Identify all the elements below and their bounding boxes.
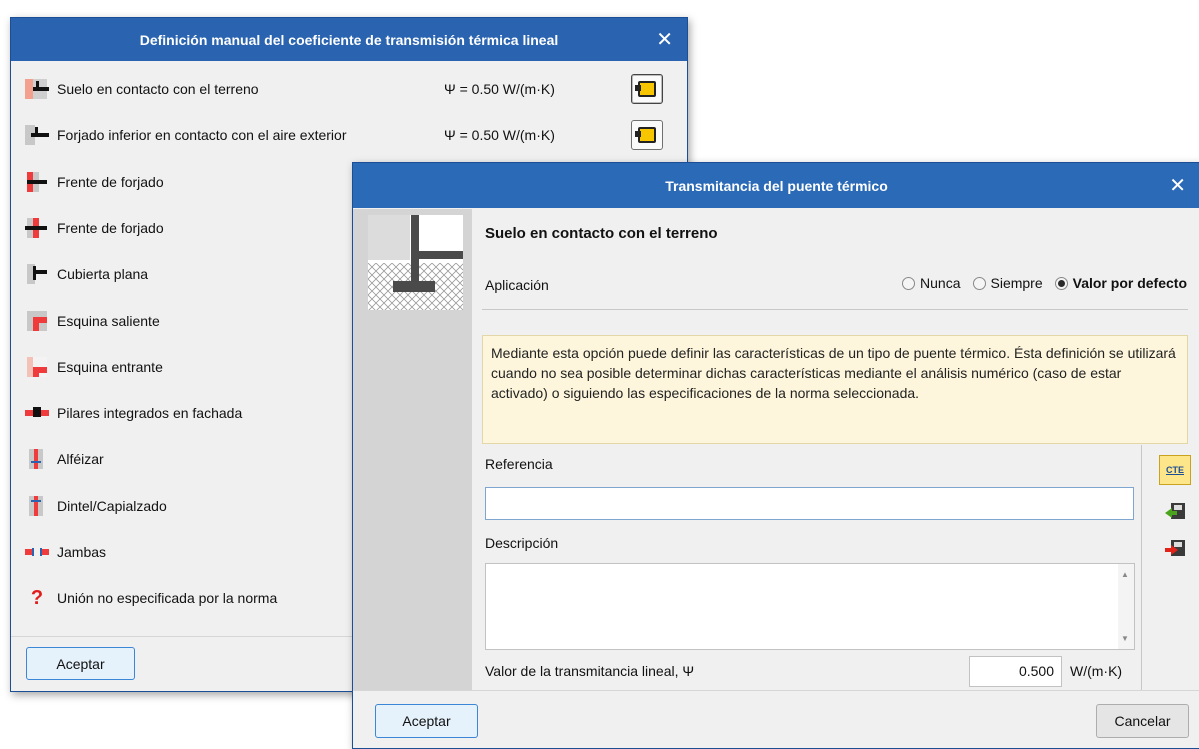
junction-row-flat-roof[interactable]: Cubierta plana — [25, 260, 148, 288]
radio-default-label: Valor por defecto — [1072, 275, 1187, 291]
junction-row-floor-air[interactable]: Forjado inferior en contacto con el aire… — [25, 121, 346, 149]
dialog2-titlebar[interactable]: Transmitancia del puente térmico ✕ — [353, 163, 1199, 208]
radio-never[interactable]: Nunca — [902, 275, 961, 291]
info-box: Mediante esta opción puede definir las c… — [482, 335, 1188, 444]
dialog2-title: Transmitancia del puente térmico — [665, 177, 888, 194]
reference-label: Referencia — [485, 456, 553, 472]
junction-label: Pilares integrados en fachada — [57, 405, 243, 421]
inner-corner-junction-icon — [25, 357, 49, 377]
transmittance-input[interactable]: 0.500 — [969, 656, 1062, 687]
jamb-junction-icon — [25, 542, 49, 562]
flat-roof-junction-icon — [25, 264, 49, 284]
junction-label: Alféizar — [57, 451, 104, 467]
junction-label: Frente de forjado — [57, 174, 164, 190]
junction-label: Cubierta plana — [57, 266, 149, 282]
dialog1-close-icon[interactable]: ✕ — [656, 30, 673, 50]
facade-pillar-junction-icon — [25, 403, 49, 423]
reference-input[interactable] — [485, 487, 1134, 520]
junction-label: Suelo en contacto con el terreno — [57, 81, 259, 97]
export-disk-icon — [1165, 540, 1185, 556]
radio-never-label: Nunca — [920, 275, 961, 291]
junction-row-unspecified[interactable]: ? Unión no especificada por la norma — [25, 584, 277, 612]
floor-ground-junction-icon — [25, 79, 49, 99]
scroll-up-icon[interactable]: ▲ — [1121, 570, 1129, 579]
scroll-down-icon[interactable]: ▼ — [1121, 634, 1129, 643]
description-textarea[interactable]: ▲ ▼ — [485, 563, 1135, 650]
slab-edge-junction-icon — [25, 172, 49, 192]
toolbar-divider — [1141, 445, 1142, 690]
junction-label: Jambas — [57, 544, 107, 560]
cte-button[interactable]: CTE — [1159, 455, 1191, 485]
separator — [482, 309, 1188, 310]
junction-row-sill[interactable]: Alféizar — [25, 445, 104, 473]
dialog1-title: Definición manual del coeficiente de tra… — [139, 31, 559, 48]
edit-icon — [635, 127, 656, 143]
cte-icon: CTE — [1166, 465, 1184, 475]
edit-icon — [635, 81, 656, 97]
junction-preview-image — [368, 215, 463, 310]
import-disk-icon — [1165, 503, 1185, 519]
junction-label: Frente de forjado — [57, 220, 164, 236]
radio-always-dot[interactable] — [972, 276, 986, 290]
dialog2-cancel-button[interactable]: Cancelar — [1096, 704, 1189, 738]
import-button[interactable] — [1159, 499, 1191, 525]
radio-never-dot[interactable] — [902, 276, 916, 290]
junction-row-lintel[interactable]: Dintel/Capialzado — [25, 492, 167, 520]
dialog1-titlebar[interactable]: Definición manual del coeficiente de tra… — [11, 18, 687, 61]
junction-row-floor-ground[interactable]: Suelo en contacto con el terreno — [25, 75, 259, 103]
dialog2-accept-button[interactable]: Aceptar — [375, 704, 478, 738]
psi-value: Ψ = 0.50 W/(m·K) — [444, 127, 555, 143]
junction-label: Forjado inferior en contacto con el aire… — [57, 127, 347, 143]
junction-row-facade-pillar[interactable]: Pilares integrados en fachada — [25, 399, 242, 427]
radio-default[interactable]: Valor por defecto — [1054, 275, 1187, 291]
export-button[interactable] — [1159, 536, 1191, 562]
psi-value: Ψ = 0.50 W/(m·K) — [444, 81, 555, 97]
junction-row-jamb[interactable]: Jambas — [25, 538, 106, 566]
junction-row-inner-corner[interactable]: Esquina entrante — [25, 353, 163, 381]
outer-corner-junction-icon — [25, 311, 49, 331]
sill-junction-icon — [25, 449, 49, 469]
dialog2-content: Suelo en contacto con el terreno Aplicac… — [472, 209, 1199, 690]
thermal-bridge-transmittance-dialog: Transmitancia del puente térmico ✕ Suelo… — [352, 162, 1199, 749]
description-label: Descripción — [485, 535, 559, 551]
transmittance-label: Valor de la transmitancia lineal, Ψ — [485, 663, 695, 679]
junction-row-slab-edge-2[interactable]: Frente de forjado — [25, 214, 164, 242]
floor-air-junction-icon — [25, 125, 49, 145]
dialog2-close-icon[interactable]: ✕ — [1169, 176, 1186, 196]
junction-row-slab-edge[interactable]: Frente de forjado — [25, 168, 164, 196]
edit-junction-button[interactable] — [631, 74, 663, 104]
edit-junction-button[interactable] — [631, 120, 663, 150]
junction-label: Esquina entrante — [57, 359, 163, 375]
slab-edge-junction-icon — [25, 218, 49, 238]
question-icon: ? — [30, 587, 44, 609]
junction-label: Esquina saliente — [57, 313, 160, 329]
transmittance-unit: W/(m·K) — [1070, 663, 1123, 679]
junction-row-outer-corner[interactable]: Esquina saliente — [25, 307, 160, 335]
radio-default-dot[interactable] — [1054, 276, 1068, 290]
application-radio-group: Nunca Siempre Valor por defecto — [890, 275, 1187, 291]
description-scrollbar[interactable]: ▲ ▼ — [1118, 564, 1134, 649]
junction-preview-panel — [353, 209, 472, 690]
accept-button[interactable]: Aceptar — [26, 647, 135, 680]
junction-label: Dintel/Capialzado — [57, 498, 167, 514]
junction-label: Unión no especificada por la norma — [57, 590, 278, 606]
application-label: Aplicación — [485, 277, 549, 293]
radio-always[interactable]: Siempre — [972, 275, 1043, 291]
junction-heading: Suelo en contacto con el terreno — [485, 225, 718, 242]
lintel-junction-icon — [25, 496, 49, 516]
radio-always-label: Siempre — [990, 275, 1043, 291]
dialog2-footer: Aceptar Cancelar — [353, 690, 1199, 748]
floor-ground-diagram — [368, 215, 463, 310]
